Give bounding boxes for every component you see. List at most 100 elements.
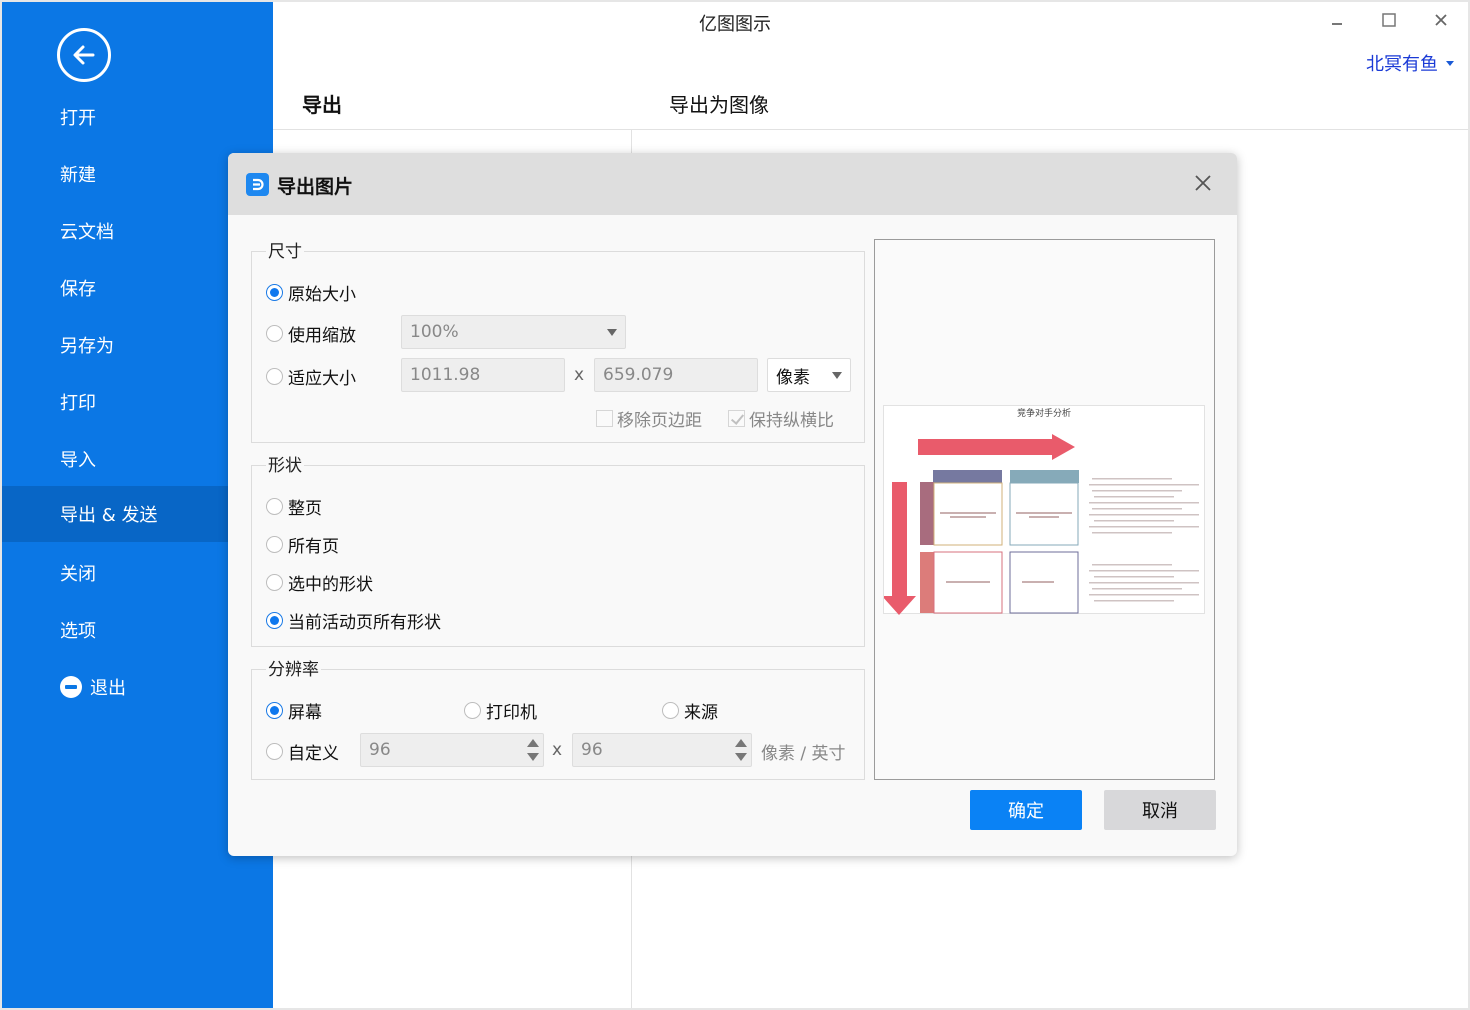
radio-original-size[interactable]: 原始大小 [266,280,356,305]
export-as-image-title: 导出为图像 [669,93,769,117]
close-icon [1195,175,1211,191]
radio-whole-page[interactable]: 整页 [266,494,322,519]
cancel-button[interactable]: 取消 [1104,790,1216,830]
checkbox [596,410,613,427]
preview-header-right [1010,470,1079,483]
sidebar-item-label: 保存 [60,279,96,300]
chevron-down-icon [1446,60,1454,66]
window-close-button[interactable] [1426,8,1456,32]
radio-label: 适应大小 [288,369,356,389]
radio-button [662,702,679,719]
sidebar-item-label: 选项 [60,621,96,642]
radio-label: 所有页 [288,537,339,557]
preview-notes-text [1089,478,1199,602]
back-button[interactable] [57,28,111,82]
radio-button [266,574,283,591]
radio-label: 打印机 [486,703,537,723]
checkbox [728,410,745,427]
radio-printer[interactable]: 打印机 [464,698,537,723]
radio-use-zoom[interactable]: 使用缩放 [266,321,356,346]
preview-side-bottom [920,552,934,613]
chevron-down-icon [607,329,617,336]
size-legend: 尺寸 [266,237,304,262]
chevron-down-icon [832,372,842,379]
minimize-icon [1332,23,1342,25]
preview-header-left [933,470,1002,483]
radio-all-pages[interactable]: 所有页 [266,532,339,557]
maximize-icon [1382,13,1396,27]
radio-label: 整页 [288,499,322,519]
spinner[interactable] [735,737,747,763]
dpi-y-input[interactable]: 96 [572,733,752,767]
sidebar-item-label: 打印 [60,393,96,414]
preview-image: 竞争对手分析 [883,405,1205,615]
radio-button [464,702,481,719]
radio-button [266,743,283,760]
radio-screen[interactable]: 屏幕 [266,698,322,723]
radio-label: 当前活动页所有形状 [288,613,441,633]
spin-up-icon [527,739,539,747]
user-menu[interactable]: 北冥有鱼 [1366,50,1454,76]
radio-source[interactable]: 来源 [662,698,718,723]
app-title: 亿图图示 [699,14,771,35]
sidebar-item-label: 导入 [60,450,96,471]
shape-group: 形状 整页 所有页 选中的形状 当前活动页所有形状 [251,451,865,647]
dpi-x-input[interactable]: 96 [360,733,544,767]
sidebar-item-label: 云文档 [60,222,114,243]
height-value: 659.079 [603,365,674,385]
zoom-select[interactable]: 100% [401,315,626,349]
resolution-legend: 分辨率 [266,655,321,680]
radio-button [266,325,283,342]
dialog-close-button[interactable] [1191,171,1215,195]
sidebar-item-label: 退出 [90,678,126,699]
radio-label: 原始大小 [288,285,356,305]
spin-down-icon [527,753,539,761]
maximize-button[interactable] [1374,8,1404,32]
dialog-header: 导出图片 [228,153,1237,215]
preview-pane: 竞争对手分析 [874,239,1215,780]
resolution-group: 分辨率 屏幕 打印机 来源 自定义 96 x 96 像素 / 英寸 [251,655,865,780]
width-input[interactable]: 1011.98 [401,358,565,392]
size-group: 尺寸 原始大小 使用缩放 100% 适应大小 1011.98 x 659.079… [251,237,865,443]
dpi-unit-label: 像素 / 英寸 [761,744,846,764]
close-icon [1435,14,1447,26]
sidebar-item-label: 新建 [60,165,96,186]
zoom-value: 100% [410,322,459,342]
sidebar-item-open[interactable]: 打开 [2,89,273,145]
spinner[interactable] [527,737,539,763]
dialog-title: 导出图片 [277,176,354,198]
radio-label: 自定义 [288,744,339,764]
panel-divider [273,129,1468,130]
spin-down-icon [735,753,747,761]
shape-legend: 形状 [266,451,304,476]
minimize-button[interactable] [1322,8,1352,32]
radio-current-page-shapes[interactable]: 当前活动页所有形状 [266,608,441,633]
checkbox-label: 保持纵横比 [749,411,834,431]
sidebar-item-label: 导出 & 发送 [60,505,158,526]
times-label: x [574,365,585,385]
unit-select[interactable]: 像素 [767,358,851,392]
preview-arrow-down [884,482,916,615]
spin-up-icon [735,739,747,747]
preview-side-top [920,482,934,545]
radio-button [266,536,283,553]
radio-custom[interactable]: 自定义 [266,739,339,764]
radio-button [266,702,283,719]
radio-button [266,498,283,515]
export-section-title: 导出 [302,93,342,117]
width-value: 1011.98 [410,365,481,385]
ok-button[interactable]: 确定 [970,790,1082,830]
exit-icon [60,676,82,698]
sidebar-item-label: 打开 [60,108,96,129]
height-input[interactable]: 659.079 [594,358,758,392]
radio-label: 使用缩放 [288,326,356,346]
radio-label: 来源 [684,703,718,723]
radio-fit-size[interactable]: 适应大小 [266,364,356,389]
times-label: x [552,740,563,760]
radio-label: 选中的形状 [288,575,373,595]
remove-margin-checkbox[interactable]: 移除页边距 [596,406,702,431]
radio-selected-shapes[interactable]: 选中的形状 [266,570,373,595]
preview-arrow-right [918,434,1075,460]
keep-ratio-checkbox[interactable]: 保持纵横比 [728,406,834,431]
radio-label: 屏幕 [288,703,322,723]
